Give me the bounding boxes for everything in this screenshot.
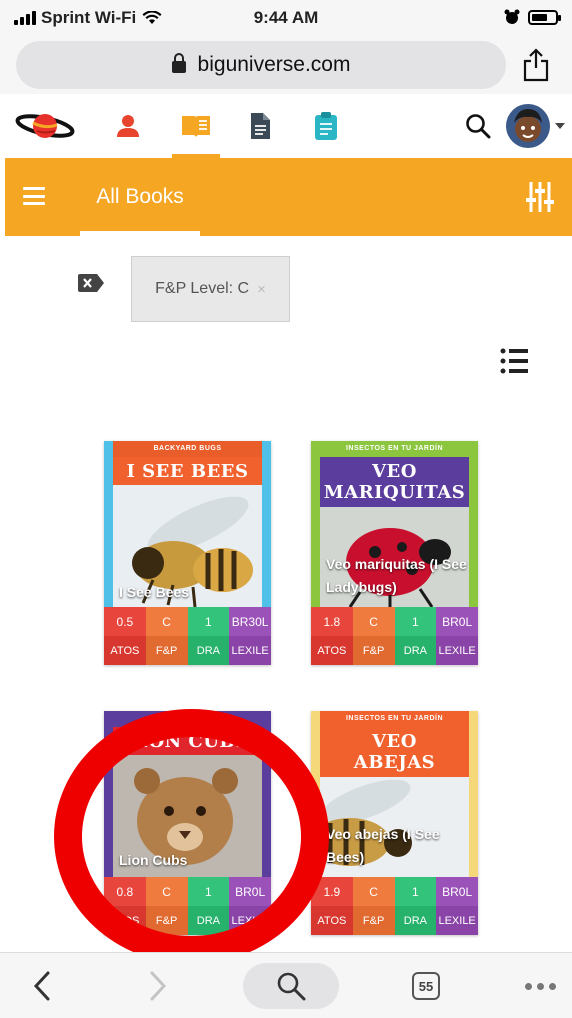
person-icon[interactable] xyxy=(108,106,148,146)
reading-levels: 1.9 C 1 BR0L ATOS F&P DRA LEXILE xyxy=(311,877,478,935)
alarm-icon xyxy=(504,9,520,24)
series-label: INSECTOS EN TU JARDÍN xyxy=(320,711,469,727)
book-title: Veo abejas (I See Bees) xyxy=(326,826,440,865)
book-title: Veo mariquitas (I See Ladybugs) xyxy=(326,556,467,595)
dra-label: DRA xyxy=(394,906,437,935)
all-books-tab[interactable]: All Books xyxy=(80,158,200,236)
open-book-icon[interactable] xyxy=(176,106,216,146)
url-field[interactable]: biguniverse.com xyxy=(16,41,506,89)
browser-address-bar: biguniverse.com xyxy=(0,36,572,94)
lock-icon xyxy=(171,53,186,73)
list-view-icon[interactable] xyxy=(500,348,528,374)
remove-filter-icon[interactable]: × xyxy=(257,281,266,298)
forward-icon[interactable] xyxy=(138,963,178,1009)
dra-label: DRA xyxy=(394,636,437,665)
dra-value: 1 xyxy=(187,607,230,636)
clipboard-icon[interactable] xyxy=(306,106,346,146)
dra-label: DRA xyxy=(187,636,230,665)
status-icons xyxy=(504,9,561,25)
book-card[interactable]: INSECTOS EN TU JARDÍN VEO MARIQUITAS Veo… xyxy=(311,441,478,665)
highlight-circle-annotation xyxy=(54,709,329,964)
tabs-button[interactable]: 55 xyxy=(408,963,444,1009)
book-cover: INSECTOS EN TU JARDÍN VEO MARIQUITAS Veo… xyxy=(311,441,478,607)
fp-value: C xyxy=(145,607,188,636)
lexile-value: BR0L xyxy=(436,607,478,636)
fp-label: F&P xyxy=(352,636,395,665)
fp-label: F&P xyxy=(352,906,395,935)
cover-title: VEO ABEJAS xyxy=(320,727,469,777)
filter-chip-label: F&P Level: C xyxy=(155,280,250,297)
filter-chip[interactable]: F&P Level: C × xyxy=(131,256,290,322)
reading-levels: 1.8 C 1 BR0L ATOS F&P DRA LEXILE xyxy=(311,607,478,665)
fp-label: F&P xyxy=(145,636,188,665)
planet-logo-icon[interactable] xyxy=(14,106,76,146)
dra-value: 1 xyxy=(394,607,437,636)
series-label: INSECTOS EN TU JARDÍN xyxy=(320,441,469,457)
active-tab-underline xyxy=(80,231,200,236)
document-icon[interactable] xyxy=(240,106,280,146)
browser-toolbar: 55 xyxy=(0,952,572,1018)
clear-filters-icon[interactable] xyxy=(78,274,104,292)
dra-value: 1 xyxy=(394,877,437,906)
book-cover: BACKYARD BUGS I SEE BEES I See Bees xyxy=(104,441,271,607)
status-bar: Sprint Wi-Fi 9:44 AM xyxy=(0,0,572,36)
avatar[interactable] xyxy=(504,104,568,148)
battery-icon xyxy=(528,9,561,25)
fp-value: C xyxy=(352,607,395,636)
lexile-label: LEXILE xyxy=(229,636,271,665)
atos-label: ATOS xyxy=(311,906,353,935)
url-text: biguniverse.com xyxy=(197,53,351,76)
search-icon[interactable] xyxy=(243,963,339,1009)
library-header: All Books xyxy=(5,158,572,236)
menu-icon[interactable] xyxy=(23,187,45,205)
search-icon[interactable] xyxy=(458,106,498,146)
book-cover: INSECTOS EN TU JARDÍN VEO ABEJAS Veo abe… xyxy=(311,711,478,877)
tab-count-icon: 55 xyxy=(412,972,440,1000)
series-label: BACKYARD BUGS xyxy=(113,441,262,457)
atos-value: 1.8 xyxy=(311,607,353,636)
atos-label: ATOS xyxy=(104,636,146,665)
cover-title: I SEE BEES xyxy=(113,457,262,485)
lexile-label: LEXILE xyxy=(436,636,478,665)
reading-levels: 0.5 C 1 BR30L ATOS F&P DRA LEXILE xyxy=(104,607,271,665)
lexile-value: BR0L xyxy=(436,877,478,906)
app-top-nav xyxy=(0,94,572,158)
more-icon[interactable] xyxy=(520,963,560,1009)
atos-value: 0.5 xyxy=(104,607,146,636)
clock: 9:44 AM xyxy=(253,8,319,27)
cover-title: VEO MARIQUITAS xyxy=(320,457,469,507)
share-icon[interactable] xyxy=(522,48,550,82)
book-card[interactable]: INSECTOS EN TU JARDÍN VEO ABEJAS Veo abe… xyxy=(311,711,478,935)
fp-value: C xyxy=(352,877,395,906)
book-card[interactable]: BACKYARD BUGS I SEE BEES I See Bees 0.5 … xyxy=(104,441,271,665)
book-title: I See Bees xyxy=(119,584,190,600)
lexile-label: LEXILE xyxy=(436,906,478,935)
lexile-value: BR30L xyxy=(229,607,271,636)
filter-sliders-icon[interactable] xyxy=(526,180,554,214)
atos-label: ATOS xyxy=(311,636,353,665)
back-icon[interactable] xyxy=(22,963,62,1009)
